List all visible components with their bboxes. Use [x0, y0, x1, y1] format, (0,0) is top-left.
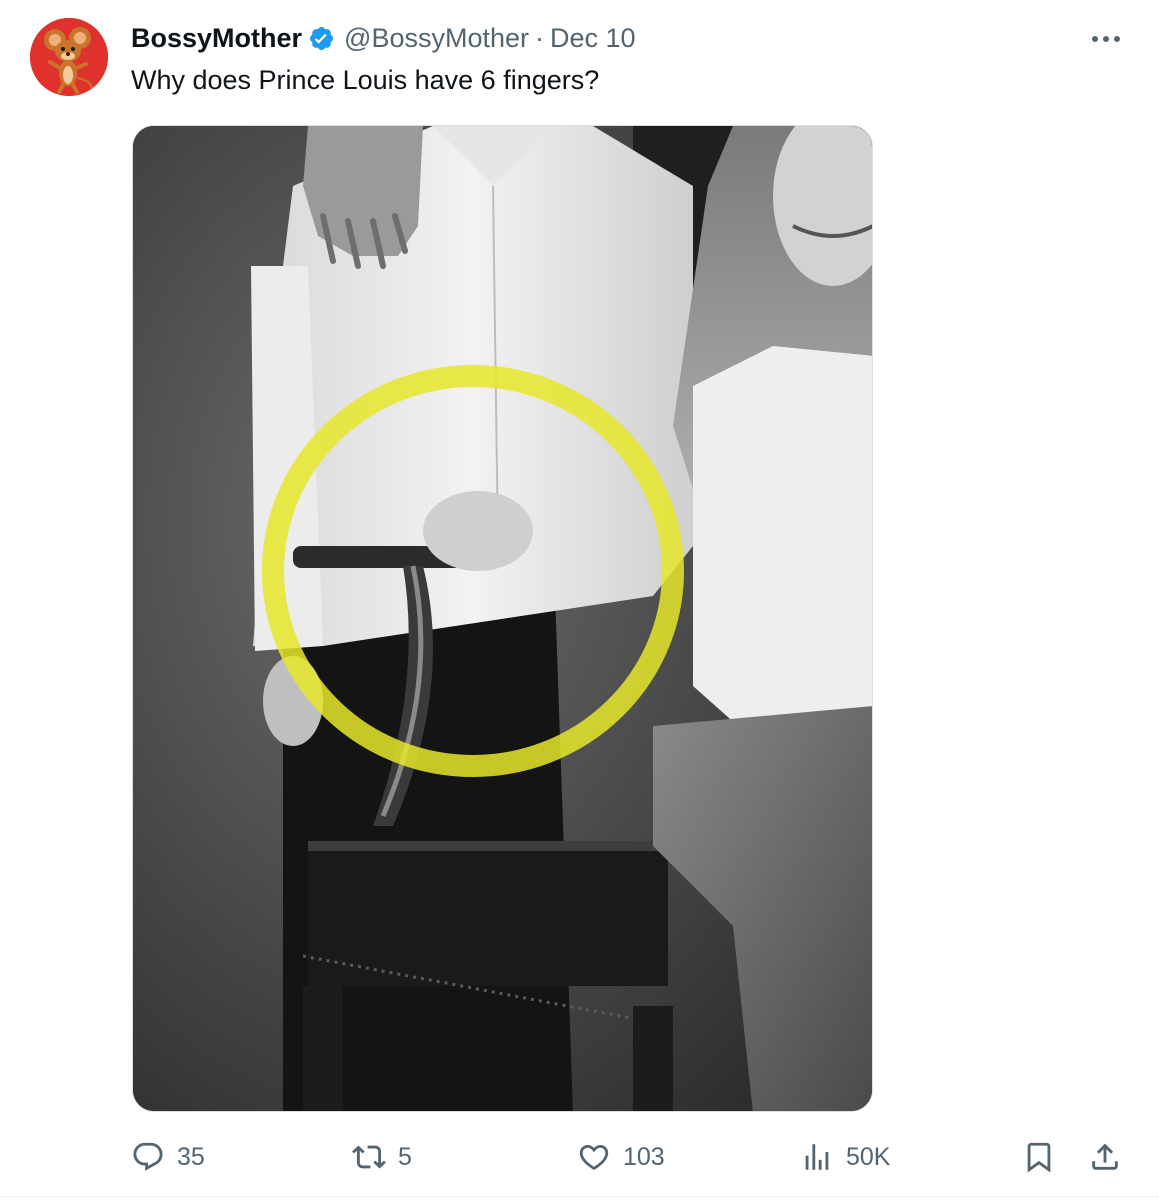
tweet-text: Why does Prince Louis have 6 fingers?: [131, 65, 600, 95]
verified-badge-icon: [308, 25, 335, 52]
more-icon: [1092, 36, 1120, 42]
photo-image: [133, 126, 872, 1111]
cartoon-mouse-avatar-icon: [30, 18, 108, 96]
retweet-count: 5: [398, 1142, 412, 1171]
share-button[interactable]: [1088, 1132, 1122, 1182]
heart-icon: [579, 1144, 609, 1170]
bookmark-icon: [1027, 1142, 1051, 1173]
tweet: BossyMother @BossyMother · Dec 10 Why do…: [0, 0, 1159, 1200]
views-chart-icon: [805, 1144, 829, 1170]
display-name[interactable]: BossyMother: [131, 23, 302, 54]
tweet-actions: 35 5 103 50K: [0, 1132, 1159, 1182]
views-count: 50K: [846, 1142, 891, 1171]
retweet-icon: [352, 1145, 386, 1169]
more-options-button[interactable]: [1086, 24, 1126, 54]
reply-icon: [133, 1142, 163, 1171]
reply-button[interactable]: 35: [131, 1132, 205, 1182]
separator-dot: ·: [535, 22, 544, 53]
bookmark-button[interactable]: [1022, 1132, 1056, 1182]
tweet-photo[interactable]: [132, 125, 873, 1112]
like-count: 103: [623, 1142, 665, 1171]
tweet-date[interactable]: Dec 10: [550, 23, 636, 54]
tweet-header: BossyMother @BossyMother · Dec 10: [131, 20, 636, 56]
views-button[interactable]: 50K: [800, 1132, 890, 1182]
avatar[interactable]: [30, 18, 108, 96]
divider: [0, 1196, 1159, 1197]
share-icon: [1092, 1143, 1118, 1170]
retweet-button[interactable]: 5: [352, 1132, 412, 1182]
author-handle[interactable]: @BossyMother: [344, 23, 529, 54]
like-button[interactable]: 103: [577, 1132, 665, 1182]
reply-count: 35: [177, 1142, 205, 1171]
